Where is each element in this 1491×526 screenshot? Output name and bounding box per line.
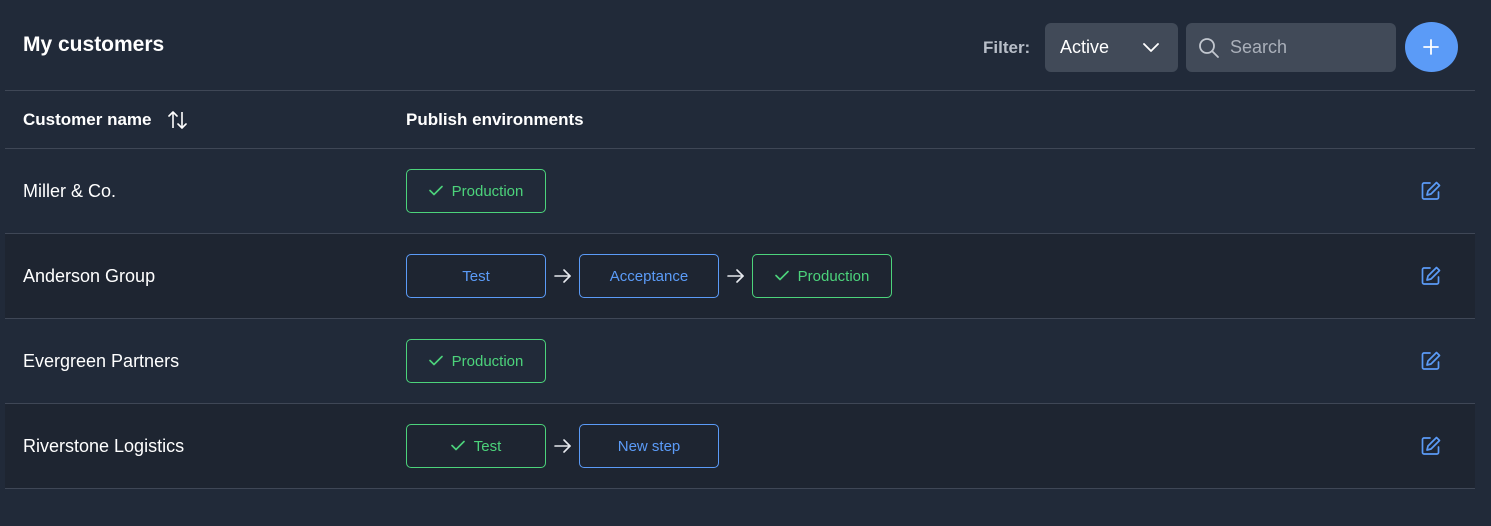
filter-select[interactable]: Active [1045, 23, 1178, 72]
environment-chip[interactable]: Test [406, 424, 546, 468]
search-icon [1199, 38, 1219, 58]
check-icon [428, 183, 443, 200]
environment-chip[interactable]: Production [406, 169, 546, 213]
table-header: Customer name Publish environments [5, 91, 1475, 149]
search-box[interactable] [1186, 23, 1396, 72]
table-body: Miller & Co. Production Anderson Group Test… [5, 149, 1475, 489]
environment-label: New step [617, 437, 681, 455]
table-row: Anderson Group Test Acceptance Production [5, 234, 1475, 319]
environment-label: Acceptance [609, 267, 689, 285]
environment-chip[interactable]: New step [579, 424, 719, 468]
check-icon [450, 438, 465, 455]
environment-chip[interactable]: Production [406, 339, 546, 383]
table-row: Evergreen Partners Production [5, 319, 1475, 404]
arrow-right-icon [719, 269, 752, 283]
page-title: My customers [23, 33, 165, 56]
arrow-right-icon [546, 269, 579, 283]
environment-label: Test [473, 437, 502, 455]
search-input[interactable] [1230, 23, 1390, 72]
edit-icon[interactable] [1420, 435, 1442, 457]
column-header-publish-environments: Publish environments [406, 110, 584, 129]
environment-label: Test [462, 267, 490, 285]
customer-name: Miller & Co. [23, 181, 117, 201]
environment-pipeline: Test Acceptance Production [406, 254, 892, 298]
customer-name: Riverstone Logistics [23, 436, 185, 456]
page-header: My customers Filter: Active [0, 0, 1491, 90]
environment-label: Production [797, 267, 870, 285]
environment-label: Production [451, 182, 524, 200]
environment-chip[interactable]: Production [752, 254, 892, 298]
customers-table: Customer name Publish environments Mille… [5, 90, 1475, 489]
environment-pipeline: Test New step [406, 424, 719, 468]
column-header-customer-name: Customer name [23, 110, 152, 129]
environment-chip[interactable]: Acceptance [579, 254, 719, 298]
environment-label: Production [451, 352, 524, 370]
environment-pipeline: Production [406, 339, 546, 383]
table-row: Miller & Co. Production [5, 149, 1475, 234]
filter-label: Filter: [983, 38, 1031, 57]
sort-arrows-icon[interactable] [168, 109, 188, 131]
chevron-down-icon [1143, 43, 1159, 52]
environment-pipeline: Production [406, 169, 546, 213]
add-customer-button[interactable] [1405, 22, 1458, 72]
filter-select-value: Active [1060, 37, 1110, 57]
edit-icon[interactable] [1420, 265, 1442, 287]
arrow-right-icon [546, 439, 579, 453]
table-row: Riverstone Logistics Test New step [5, 404, 1475, 489]
customer-name: Anderson Group [23, 266, 156, 286]
edit-icon[interactable] [1420, 180, 1442, 202]
customer-name: Evergreen Partners [23, 351, 180, 371]
environment-chip[interactable]: Test [406, 254, 546, 298]
edit-icon[interactable] [1420, 350, 1442, 372]
plus-icon [1423, 39, 1439, 55]
check-icon [774, 268, 789, 285]
check-icon [428, 353, 443, 370]
